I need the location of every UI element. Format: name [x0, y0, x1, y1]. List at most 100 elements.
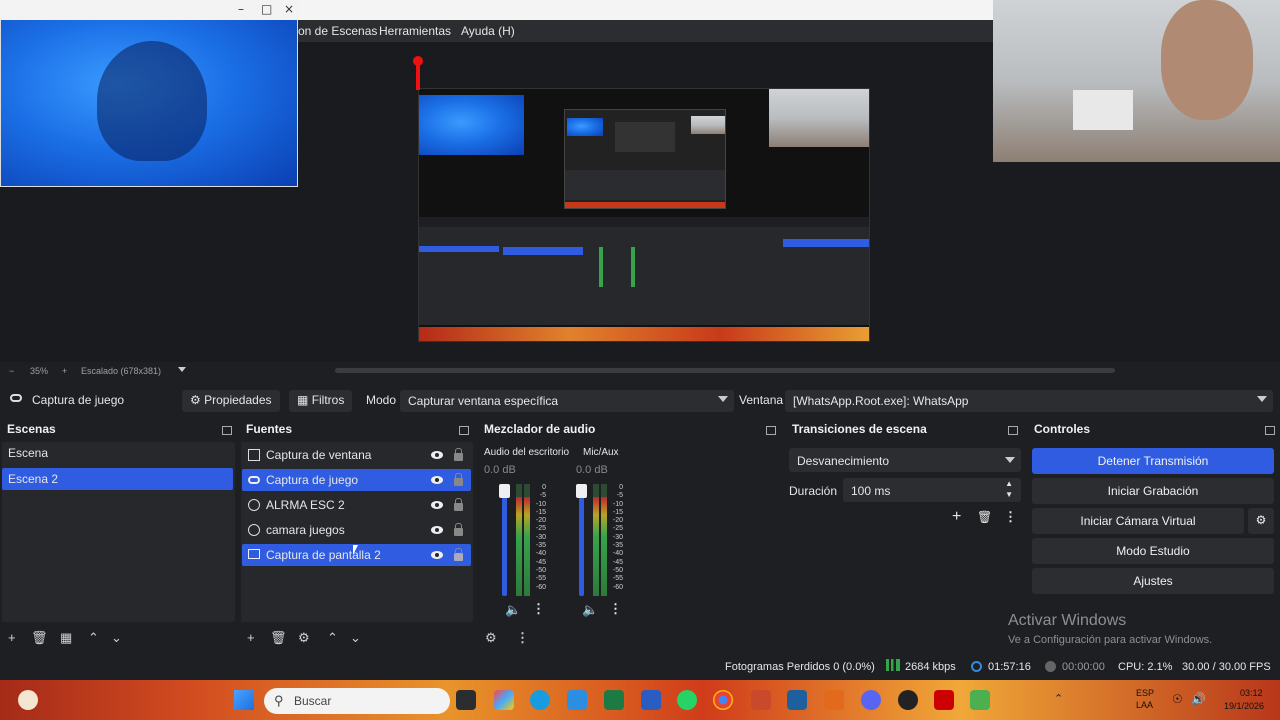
more-options-icon[interactable]: ⋮ — [516, 630, 529, 646]
undock-icon[interactable] — [1265, 426, 1275, 435]
speaker-icon[interactable]: 🔈 — [505, 602, 521, 618]
preview-horizontal-scrollbar[interactable] — [335, 368, 1115, 373]
chrome-icon[interactable] — [713, 690, 733, 710]
more-options-icon[interactable]: ⋮ — [609, 601, 622, 617]
selection-handle-dot[interactable] — [413, 56, 423, 66]
word-icon[interactable] — [641, 690, 661, 710]
maximize-icon[interactable]: □ — [261, 2, 272, 16]
clock-time[interactable]: 03:12 — [1240, 688, 1263, 698]
file-explorer-icon[interactable] — [456, 690, 476, 710]
zoom-in-button[interactable]: + — [62, 366, 67, 376]
lock-icon[interactable] — [454, 523, 463, 536]
filters-label: Filtros — [311, 393, 345, 407]
excel-icon[interactable] — [604, 690, 624, 710]
more-options-icon[interactable]: ⋮ — [532, 601, 545, 617]
scene-item-selected[interactable]: Escena 2 — [2, 468, 233, 490]
obs-icon[interactable] — [898, 690, 918, 710]
mixer-settings-icon[interactable]: ⚙ — [485, 630, 497, 646]
copilot-icon[interactable] — [494, 690, 514, 710]
eye-icon[interactable] — [431, 451, 443, 459]
volume-slider-handle[interactable] — [576, 484, 587, 498]
app-icon[interactable] — [787, 690, 807, 710]
windows-start-icon[interactable] — [234, 690, 254, 710]
sources-title: Fuentes — [246, 422, 293, 436]
properties-button[interactable]: ⚙ Propiedades — [182, 390, 280, 412]
whatsapp-icon[interactable] — [677, 690, 697, 710]
gear-icon[interactable]: ⚙ — [298, 630, 310, 646]
window-select[interactable]: [WhatsApp.Root.exe]: WhatsApp — [785, 390, 1273, 412]
trash-icon[interactable]: 🗑 — [977, 510, 992, 524]
volume-slider-track[interactable] — [502, 484, 507, 596]
virtual-camera-settings-button[interactable]: ⚙ — [1248, 508, 1274, 534]
eye-icon[interactable] — [431, 551, 443, 559]
scene-item[interactable]: Escena — [2, 442, 235, 464]
source-item[interactable]: camara juegos — [242, 519, 471, 541]
speaker-icon[interactable]: 🔈 — [582, 602, 598, 618]
mode-select[interactable]: Capturar ventana específica — [400, 390, 734, 412]
move-down-icon[interactable]: ⌄ — [111, 630, 122, 646]
eye-icon[interactable] — [431, 476, 443, 484]
eye-icon[interactable] — [431, 501, 443, 509]
trash-icon[interactable]: 🗑 — [31, 630, 48, 646]
weather-icon[interactable] — [18, 690, 38, 710]
scene-filters-icon[interactable]: ▦ — [60, 630, 72, 646]
move-up-icon[interactable]: ⌃ — [327, 630, 338, 646]
tray-chevron-icon[interactable]: ⌃ — [1054, 692, 1063, 705]
lock-icon[interactable] — [454, 448, 463, 461]
trash-icon[interactable]: 🗑 — [270, 630, 287, 646]
filters-button[interactable]: ▦ Filtros — [289, 390, 353, 412]
app-icon[interactable] — [824, 690, 844, 710]
undock-icon[interactable] — [766, 426, 776, 435]
volume-icon[interactable]: 🔊 — [1191, 692, 1206, 706]
transition-type-select[interactable]: Desvanecimiento — [789, 448, 1021, 472]
source-item-selected[interactable]: Captura de juego — [242, 469, 471, 491]
studio-mode-button[interactable]: Modo Estudio — [1032, 538, 1274, 564]
more-options-icon[interactable]: ⋮ — [1004, 509, 1017, 525]
wifi-icon[interactable]: ☉ — [1172, 692, 1183, 706]
undock-icon[interactable] — [222, 426, 232, 435]
move-down-icon[interactable]: ⌄ — [350, 630, 361, 646]
lock-icon[interactable] — [454, 548, 463, 561]
app-icon[interactable] — [934, 690, 954, 710]
add-source-button[interactable]: + — [247, 630, 255, 645]
minimize-icon[interactable]: – — [238, 2, 244, 16]
floating-camera-window[interactable] — [0, 0, 298, 187]
undock-icon[interactable] — [1008, 426, 1018, 435]
source-item[interactable]: ALRMA ESC 2 — [242, 494, 471, 516]
taskbar-search[interactable]: ⚲ Buscar — [264, 688, 450, 714]
volume-slider-track[interactable] — [579, 484, 584, 596]
close-icon[interactable]: × — [284, 2, 294, 16]
floating-window-titlebar: – □ × — [0, 0, 298, 20]
channel-name: Mic/Aux — [583, 447, 619, 458]
eye-icon[interactable] — [431, 526, 443, 534]
menu-scene-collection[interactable]: on de Escenas — [298, 24, 377, 38]
settings-button[interactable]: Ajustes — [1032, 568, 1274, 594]
start-recording-button[interactable]: Iniciar Grabación — [1032, 478, 1274, 504]
chevron-down-icon[interactable]: ▼ — [1005, 490, 1013, 499]
edge-icon[interactable] — [530, 690, 550, 710]
scale-dropdown-icon[interactable] — [178, 367, 186, 372]
volume-slider-handle[interactable] — [499, 484, 510, 498]
source-item[interactable]: Captura de ventana — [242, 444, 471, 466]
menu-tools[interactable]: Herramientas — [379, 24, 451, 38]
lock-icon[interactable] — [454, 498, 463, 511]
stop-streaming-button[interactable]: Detener Transmisión — [1032, 448, 1274, 474]
app-icon[interactable] — [970, 690, 990, 710]
add-scene-button[interactable]: + — [8, 630, 16, 645]
db-scale-tick: -5 — [539, 492, 546, 500]
move-up-icon[interactable]: ⌃ — [88, 630, 99, 646]
discord-icon[interactable] — [861, 690, 881, 710]
menu-help[interactable]: Ayuda (H) — [461, 24, 515, 38]
start-virtual-camera-button[interactable]: Iniciar Cámara Virtual — [1032, 508, 1244, 534]
chevron-up-icon[interactable]: ▲ — [1005, 479, 1013, 488]
zoom-out-button[interactable]: − — [9, 366, 14, 376]
undock-icon[interactable] — [459, 426, 469, 435]
program-canvas[interactable] — [418, 88, 870, 342]
add-transition-button[interactable]: + — [952, 508, 961, 526]
duration-field[interactable]: 100 ms ▲ ▼ — [843, 478, 1021, 502]
lock-icon[interactable] — [454, 473, 463, 486]
dropped-frames: Fotogramas Perdidos 0 (0.0%) — [725, 661, 875, 673]
powerpoint-icon[interactable] — [751, 690, 771, 710]
language-indicator[interactable]: ESP — [1136, 688, 1154, 698]
store-icon[interactable] — [567, 690, 587, 710]
